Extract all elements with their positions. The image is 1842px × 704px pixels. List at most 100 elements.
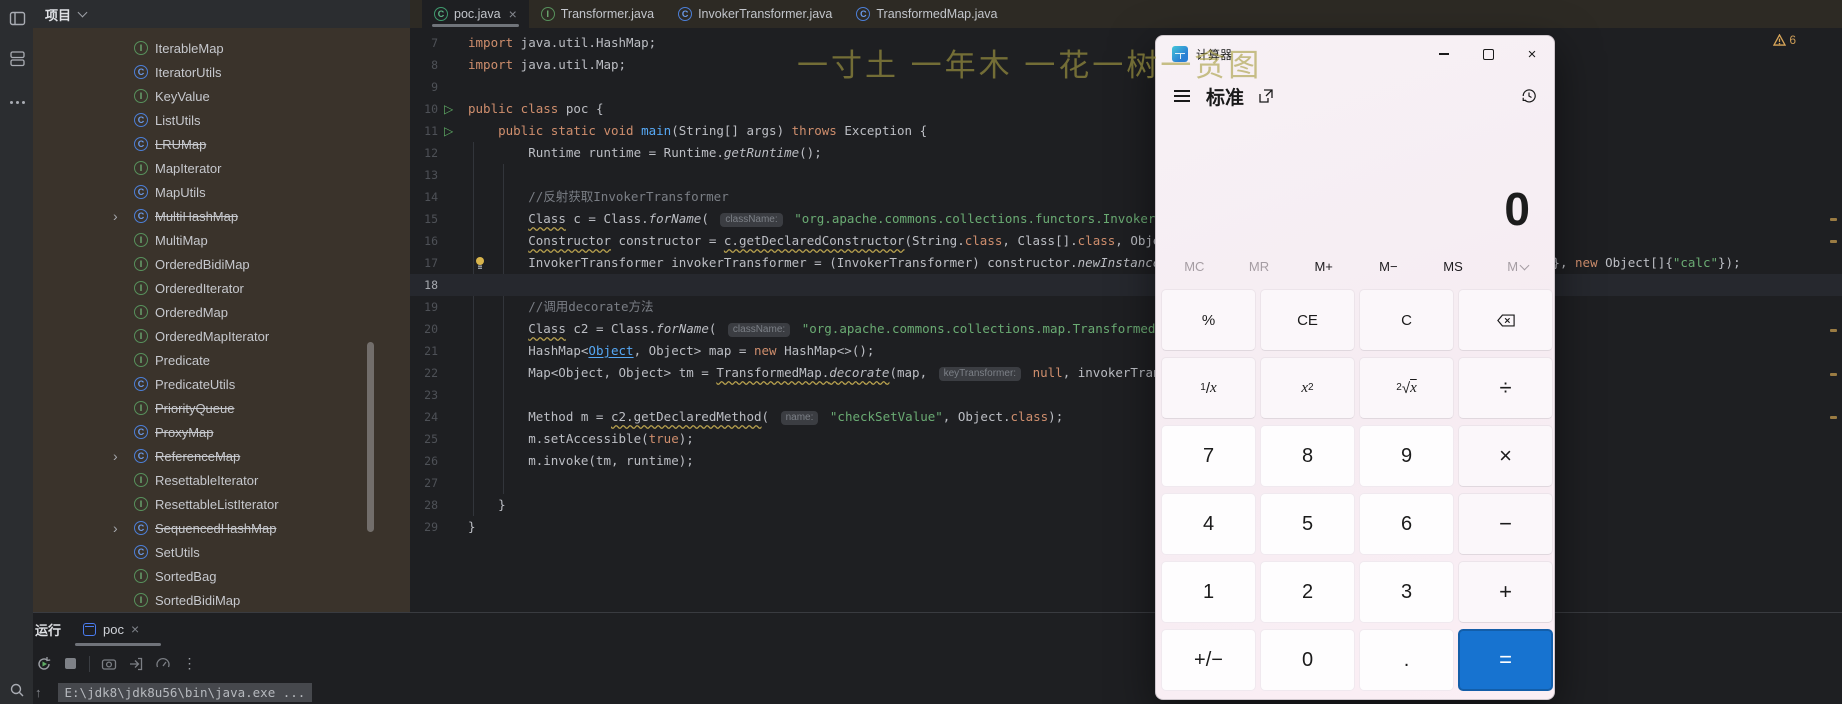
calc-key-7[interactable]: 7 — [1161, 425, 1256, 487]
project-tree[interactable]: I IterableMap C IteratorUtils I KeyValue C List… — [33, 28, 410, 612]
tree-item[interactable]: I OrderedBidiMap — [33, 252, 410, 276]
run-gutter-icon[interactable]: ▷ — [444, 98, 453, 120]
tree-item[interactable]: I MultiMap — [33, 228, 410, 252]
editor-tab[interactable]: Cpoc.java × — [422, 0, 529, 28]
stop-button[interactable] — [62, 655, 79, 672]
calc-key-1[interactable]: 1 — [1161, 561, 1256, 623]
warning-stripe-mark[interactable] — [1830, 373, 1837, 376]
tree-item[interactable]: › C MultiHashMap — [33, 204, 410, 228]
memory-button-M+[interactable]: M+ — [1291, 253, 1356, 279]
keep-on-top-icon[interactable] — [1258, 88, 1274, 104]
tree-item[interactable]: C IteratorUtils — [33, 60, 410, 84]
more-kebab-icon[interactable]: ⋮ — [181, 655, 198, 672]
tree-scrollbar[interactable] — [367, 342, 374, 532]
calc-key-4[interactable]: 4 — [1161, 493, 1256, 555]
calc-key-backspace[interactable] — [1458, 289, 1553, 351]
calc-key-²√x[interactable]: 2 √ x — [1359, 357, 1454, 419]
calc-key-2[interactable]: 2 — [1260, 561, 1355, 623]
tree-item[interactable]: I OrderedIterator — [33, 276, 410, 300]
toolbar-separator — [89, 655, 90, 672]
warning-stripe-mark[interactable] — [1830, 218, 1837, 221]
tree-item[interactable]: C PredicateUtils — [33, 372, 410, 396]
structure-tool-icon[interactable] — [7, 48, 27, 68]
tree-item[interactable]: I PriorityQueue — [33, 396, 410, 420]
code-editor[interactable]: 7 import java.util.HashMap; 8 import java.u… — [410, 28, 1842, 612]
gauge-icon[interactable] — [154, 655, 171, 672]
calc-key-÷[interactable]: ÷ — [1458, 357, 1553, 419]
project-panel-header[interactable]: 项目 — [33, 0, 410, 28]
warning-stripe-mark[interactable] — [1830, 329, 1837, 332]
warning-stripe-mark[interactable] — [1830, 240, 1837, 243]
tree-item[interactable]: I OrderedMapIterator — [33, 324, 410, 348]
camera-icon[interactable] — [100, 655, 117, 672]
chevron-down-icon[interactable] — [77, 7, 88, 18]
tree-item[interactable]: I MapIterator — [33, 156, 410, 180]
editor-tab[interactable]: C InvokerTransformer.java — [666, 0, 844, 28]
memory-button-MS[interactable]: MS — [1421, 253, 1486, 279]
calc-key-5[interactable]: 5 — [1260, 493, 1355, 555]
tree-item[interactable]: I IterableMap — [33, 36, 410, 60]
tree-item[interactable]: › C ReferenceMap — [33, 444, 410, 468]
line-number: 7 — [431, 36, 438, 50]
tree-item[interactable]: I SortedBag — [33, 564, 410, 588]
more-tools-icon[interactable] — [7, 92, 27, 112]
calc-key-3[interactable]: 3 — [1359, 561, 1454, 623]
warning-stripe-mark[interactable] — [1830, 416, 1837, 419]
tree-item[interactable]: C ListUtils — [33, 108, 410, 132]
editor-tab[interactable]: I Transformer.java — [529, 0, 666, 28]
tree-item[interactable]: I SortedBidiMap — [33, 588, 410, 612]
calc-key-8[interactable]: 8 — [1260, 425, 1355, 487]
calc-key-×[interactable]: × — [1458, 425, 1553, 487]
close-icon[interactable]: × — [509, 6, 517, 22]
calc-key-=[interactable]: = — [1458, 629, 1553, 691]
calc-key-C[interactable]: C — [1359, 289, 1454, 351]
history-icon[interactable] — [1520, 87, 1538, 105]
calc-key-+[interactable]: + — [1458, 561, 1553, 623]
search-icon[interactable] — [7, 680, 27, 700]
rerun-button[interactable] — [35, 655, 52, 672]
tree-item[interactable]: I ResettableListIterator — [33, 492, 410, 516]
expand-chevron-icon[interactable]: › — [113, 516, 118, 540]
calc-key-+/−[interactable]: +/− — [1161, 629, 1256, 691]
run-tab[interactable]: poc × — [83, 617, 139, 641]
calc-key-1/x[interactable]: 1/x — [1161, 357, 1256, 419]
inspections-widget[interactable]: 6 — [1773, 33, 1796, 47]
editor-tab[interactable]: C TransformedMap.java — [844, 0, 1009, 28]
run-gutter-icon[interactable]: ▷ — [444, 120, 453, 142]
close-icon[interactable]: × — [131, 621, 139, 637]
tree-item[interactable]: C MapUtils — [33, 180, 410, 204]
menu-hamburger-icon[interactable] — [1174, 90, 1190, 102]
expand-chevron-icon[interactable]: › — [113, 204, 118, 228]
calc-key-%[interactable]: % — [1161, 289, 1256, 351]
calc-key-x²[interactable]: x2 — [1260, 357, 1355, 419]
memory-button-M[interactable]: M — [1485, 253, 1550, 279]
expand-chevron-icon[interactable]: › — [113, 444, 118, 468]
calc-key-.[interactable]: . — [1359, 629, 1454, 691]
memory-button-MC[interactable]: MC — [1162, 253, 1227, 279]
tree-item[interactable]: I KeyValue — [33, 84, 410, 108]
project-tool-icon[interactable] — [7, 8, 27, 28]
tree-item[interactable]: I Predicate — [33, 348, 410, 372]
tree-item[interactable]: C LRUMap — [33, 132, 410, 156]
calc-key-6[interactable]: 6 — [1359, 493, 1454, 555]
calculator-titlebar[interactable]: 计算器 × — [1156, 36, 1554, 72]
calc-key-9[interactable]: 9 — [1359, 425, 1454, 487]
memory-button-MR[interactable]: MR — [1227, 253, 1292, 279]
calc-key-−[interactable]: − — [1458, 493, 1553, 555]
run-command-line[interactable]: E:\jdk8\jdk8u56\bin\java.exe ... — [57, 683, 313, 702]
tree-item[interactable]: C SetUtils — [33, 540, 410, 564]
calc-key-0[interactable]: 0 — [1260, 629, 1355, 691]
line-number: 10 — [424, 102, 438, 116]
tree-item[interactable]: › C SequencedHashMap — [33, 516, 410, 540]
minimize-button[interactable] — [1422, 36, 1466, 72]
maximize-button[interactable] — [1466, 36, 1510, 72]
tree-item[interactable]: C ProxyMap — [33, 420, 410, 444]
tree-item[interactable]: I ResettableIterator — [33, 468, 410, 492]
close-button[interactable]: × — [1510, 36, 1554, 72]
expand-output-icon[interactable]: ↑ — [35, 685, 42, 700]
tree-item[interactable]: I OrderedMap — [33, 300, 410, 324]
jump-to-icon[interactable] — [127, 655, 144, 672]
calc-key-CE[interactable]: CE — [1260, 289, 1355, 351]
code-line: Runtime runtime = Runtime.getRuntime(); — [468, 145, 822, 160]
memory-button-M[interactable]: M− — [1356, 253, 1421, 279]
